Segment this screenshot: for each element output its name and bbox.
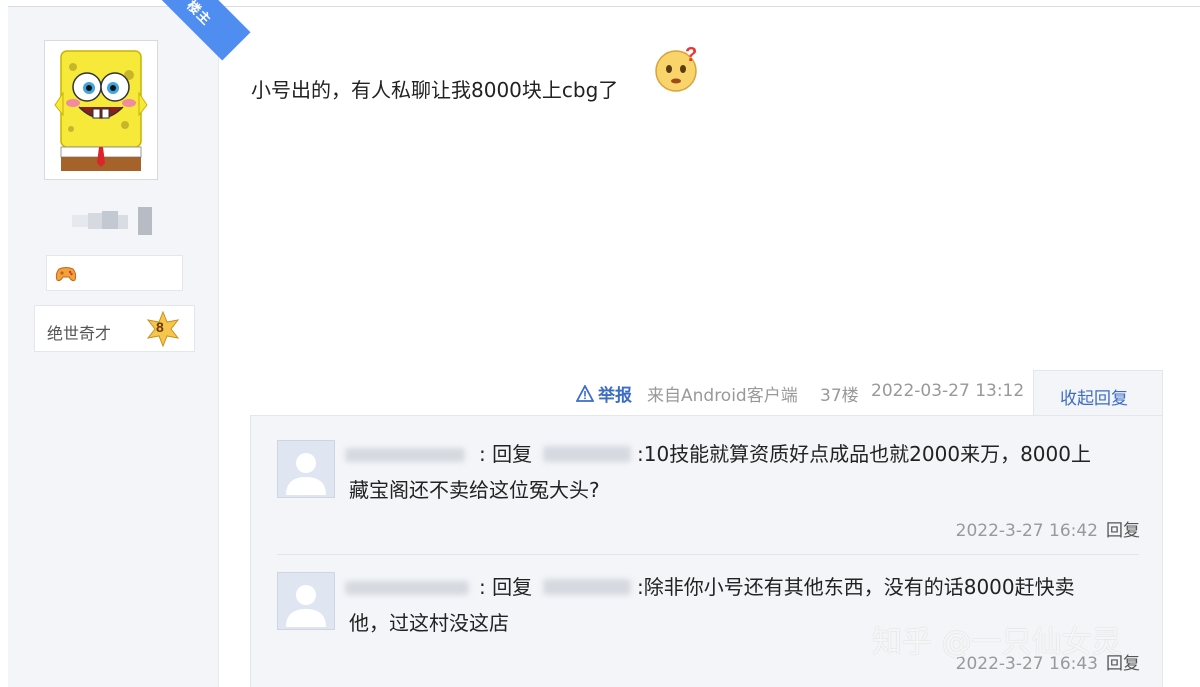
report-button[interactable]: 举报: [576, 381, 632, 406]
default-user-icon: [278, 441, 334, 497]
reply-word: 回复: [492, 442, 533, 466]
level-number: 8: [156, 319, 164, 335]
report-label: 举报: [598, 386, 632, 406]
reply-text-line1: :10技能就算资质好点成品也就2000来万，8000上: [637, 442, 1091, 466]
post-floor: 37楼: [820, 386, 859, 406]
reply-avatar[interactable]: [277, 572, 335, 630]
op-ribbon: 楼主: [151, 0, 251, 61]
reply-text-line2: 他，过这村没这店: [349, 611, 509, 635]
reply-target-blurred[interactable]: [543, 442, 633, 466]
post-source: 来自Android客户端: [647, 386, 798, 406]
svg-text:?: ?: [685, 45, 697, 66]
level-title: 绝世奇才: [47, 324, 112, 343]
op-ribbon-label: 楼主: [183, 0, 214, 29]
reply-time: 2022-3-27 16:42: [955, 521, 1098, 541]
reply-target-blurred[interactable]: [543, 575, 633, 599]
reply-text-line2: 藏宝阁还不卖给这位冤大头?: [349, 478, 600, 502]
warning-icon: [576, 385, 594, 402]
watermark: 知乎 @一只仙女灵: [872, 625, 1122, 660]
reply-text-line1: :除非你小号还有其他东西，没有的话8000赶快卖: [637, 575, 1075, 599]
reply-author-blurred[interactable]: [345, 442, 475, 468]
member-badge-box[interactable]: [46, 255, 183, 291]
confused-emoji-icon: ?: [655, 45, 697, 92]
reply-word: 回复: [492, 575, 533, 599]
post-page: 楼主 绝世奇才 8 小号出的，有人私聊让我8000块上cbg了 ? 举报 来自A…: [0, 0, 1200, 687]
collapse-replies-button[interactable]: 收起回复: [1033, 370, 1163, 416]
author-column: 楼主 绝世奇才 8: [8, 0, 251, 687]
post-content: 小号出的，有人私聊让我8000块上cbg了: [251, 78, 619, 102]
post-timestamp: 2022-03-27 13:12: [871, 381, 1025, 401]
reply-author-blurred[interactable]: [345, 575, 475, 601]
gamepad-badge-icon: [55, 267, 77, 282]
reply-avatar[interactable]: [277, 440, 335, 498]
author-avatar[interactable]: [44, 40, 158, 180]
user-level-box[interactable]: 绝世奇才 8: [34, 305, 195, 352]
author-name-blurred[interactable]: [72, 207, 154, 235]
default-user-icon: [278, 573, 334, 629]
reply-item: : 回复 :10技能就算资质好点成品也就2000来万，8000上 藏宝阁还不卖给…: [251, 416, 1164, 554]
collapse-replies-label: 收起回复: [1060, 389, 1128, 409]
reply-prefix: : 回复: [479, 575, 533, 599]
reply-button[interactable]: 回复: [1106, 521, 1140, 541]
reply-footer: 2022-3-27 16:42 回复: [956, 516, 1140, 541]
spongebob-avatar-icon: [49, 45, 153, 175]
reply-prefix: : 回复: [479, 442, 533, 466]
